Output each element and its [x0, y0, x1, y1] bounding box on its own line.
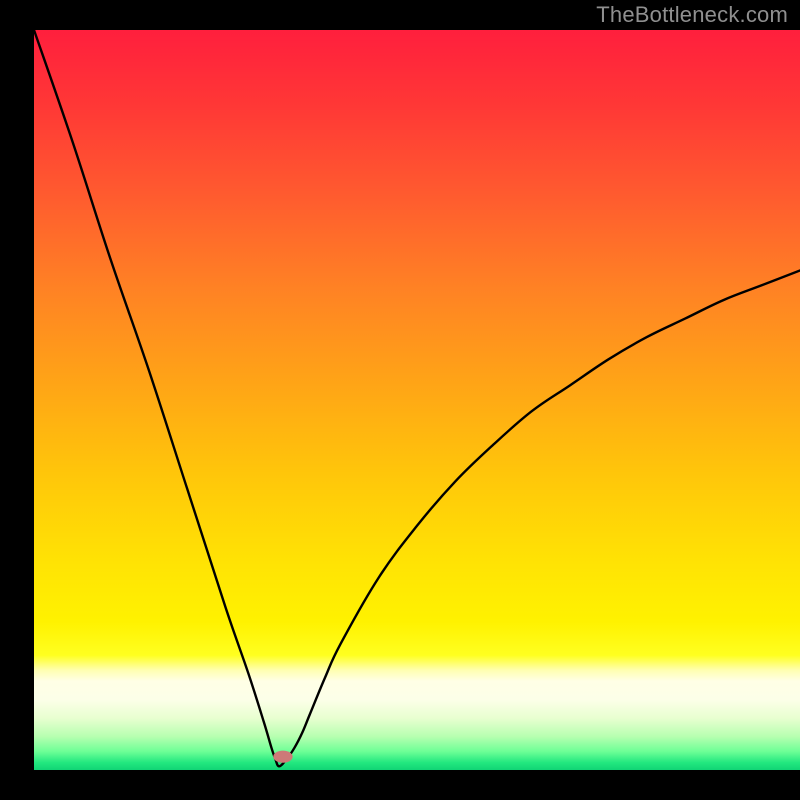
min-marker — [273, 751, 292, 763]
chart-frame: TheBottleneck.com — [0, 0, 800, 800]
plot-background — [34, 30, 800, 770]
bottleneck-chart — [0, 0, 800, 800]
